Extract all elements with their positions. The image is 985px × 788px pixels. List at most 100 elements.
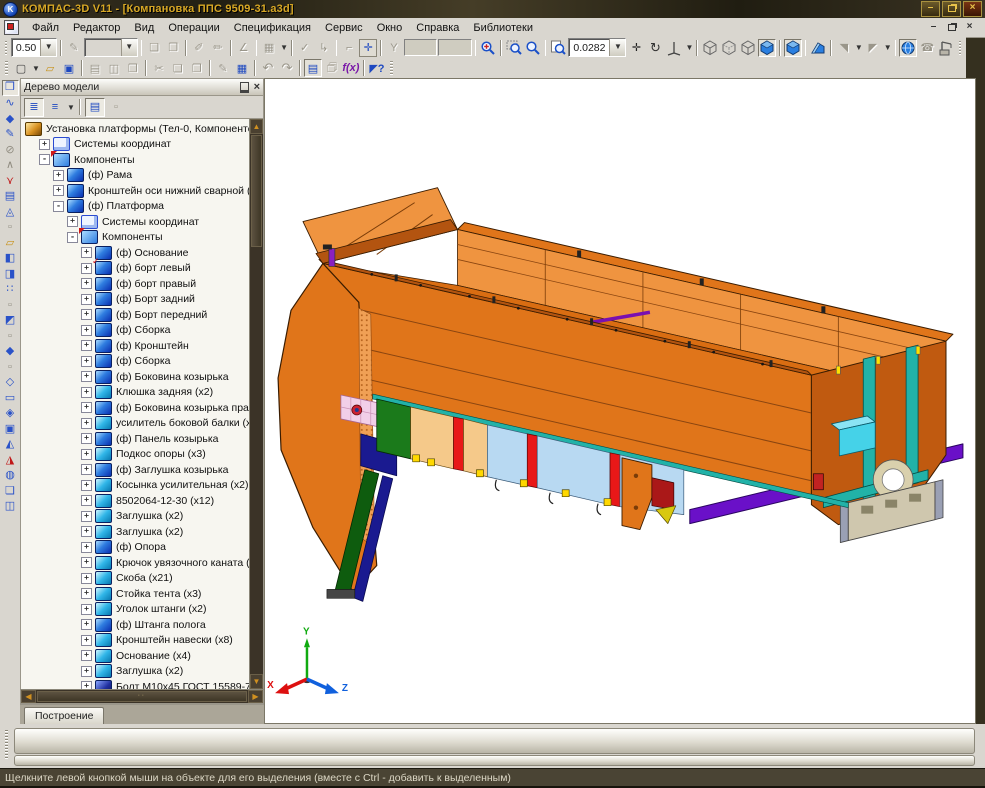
compact-panel-button[interactable]: ◧ [2, 251, 19, 267]
compact-panel-button[interactable]: ▫ [2, 220, 19, 236]
expander-icon[interactable]: + [81, 418, 92, 429]
tree-item[interactable]: -(ф) Платформа [23, 199, 249, 215]
snap-pen2-button[interactable]: ✏ [209, 39, 227, 57]
coord-x-field[interactable] [404, 39, 437, 56]
chevron-down-icon[interactable]: ▼ [32, 64, 40, 73]
tree-item-label[interactable]: усилитель боковой балки (x2) [116, 417, 249, 429]
send-button[interactable]: ❒ [124, 59, 142, 77]
compact-panel-button[interactable]: ∧ [2, 158, 19, 174]
tree-item-label[interactable]: Крючок увязочного каната (x6) [116, 557, 249, 569]
copy-button[interactable]: ❏ [169, 59, 187, 77]
tree-horizontal-scrollbar[interactable]: ◀ ∙∙ ▶ [20, 689, 264, 704]
tree-item-label[interactable]: Установка платформы (Тел-0, Компонентов-… [46, 123, 249, 135]
tree-item-label[interactable]: Компоненты [102, 231, 163, 243]
compact-panel-button[interactable]: ▫ [2, 298, 19, 314]
expander-icon[interactable]: + [81, 650, 92, 661]
tree-item-label[interactable]: (ф) Основание [116, 247, 188, 259]
chevron-down-icon[interactable]: ▼ [40, 39, 56, 56]
compact-panel-button[interactable]: ∷ [2, 282, 19, 298]
expander-icon[interactable]: + [53, 170, 64, 181]
tree-item[interactable]: +Системы координат [23, 137, 249, 153]
fx-button[interactable]: f(x) [342, 59, 360, 77]
local-frame-button[interactable]: ❏ [145, 39, 163, 57]
tree-item[interactable]: +(ф) Сборка [23, 323, 249, 339]
tab-build[interactable]: Построение [24, 707, 104, 724]
compact-panel-button[interactable]: ◨ [2, 267, 19, 283]
expander-icon[interactable]: + [81, 278, 92, 289]
current-step-combo[interactable]: 0.50 ▼ [11, 38, 57, 57]
tree-item-label[interactable]: Уголок штанги (x2) [116, 603, 206, 615]
tree-item[interactable]: +Крючок увязочного каната (x6) [23, 555, 249, 571]
globe-button[interactable] [899, 39, 917, 57]
expander-icon[interactable]: + [81, 681, 92, 689]
tree-item-label[interactable]: (ф) Кронштейн [116, 340, 189, 352]
expander-icon[interactable]: + [81, 402, 92, 413]
compact-panel-button[interactable]: ◍ [2, 468, 19, 484]
menu-libraries[interactable]: Библиотеки [466, 20, 540, 36]
chevron-down-icon[interactable]: ▼ [855, 43, 863, 52]
tree-item[interactable]: +Системы координат [23, 214, 249, 230]
tree-vertical-scrollbar[interactable]: ▲ ▼ [249, 119, 263, 689]
tree-item-label[interactable]: (ф) Борт задний [116, 293, 195, 305]
toolbar-grip[interactable] [390, 61, 393, 75]
toolbar-grip[interactable] [5, 61, 8, 75]
restore-button[interactable] [942, 1, 961, 17]
tree-item[interactable]: - Компоненты [23, 152, 249, 168]
tree-item[interactable]: -Компоненты [23, 230, 249, 246]
tree-extra-button[interactable]: ▫ [107, 99, 125, 116]
scroll-left-icon[interactable]: ◀ [21, 690, 36, 703]
scrollbar-thumb[interactable]: ∙∙ [37, 691, 247, 702]
tree-item-label[interactable]: Кронштейн навески (x8) [116, 634, 233, 646]
menu-window[interactable]: Окно [370, 20, 410, 36]
grid-button[interactable]: ▦ [260, 39, 278, 57]
tree-item[interactable]: +(ф) Заглушка козырька [23, 462, 249, 478]
zoom-in-button[interactable] [479, 39, 497, 57]
tree-item-label[interactable]: Болт М10х45 ГОСТ 15589-70 (x2) [116, 681, 249, 689]
tree-item-label[interactable]: Основание (x4) [116, 650, 191, 662]
tree-item[interactable]: + (ф) Борт задний [23, 292, 249, 308]
variables-button[interactable]: ▤ [304, 59, 322, 77]
compact-panel-button[interactable]: ◇ [2, 375, 19, 391]
tree-item[interactable]: +Кронштейн навески (x8) [23, 633, 249, 649]
compact-panel-button[interactable]: ▫ [2, 360, 19, 376]
tree-item-label[interactable]: Стойка тента (x3) [116, 588, 201, 600]
close-button[interactable]: × [963, 1, 982, 17]
tree-item-label[interactable]: (ф) Панель козырька [116, 433, 219, 445]
tree-item[interactable]: +(ф) борт левый [23, 261, 249, 277]
tree-item-label[interactable]: Заглушка (x2) [116, 510, 183, 522]
wireframe-button[interactable] [701, 39, 719, 57]
document-icon[interactable] [4, 20, 19, 35]
rotate-button[interactable]: ↻ [646, 39, 664, 57]
compact-panel-button[interactable]: ∿ [2, 96, 19, 112]
expander-icon[interactable]: + [81, 294, 92, 305]
tree-item[interactable]: + усилитель боковой балки (x2) [23, 416, 249, 432]
expander-icon[interactable]: + [39, 139, 50, 150]
tree-item-root[interactable]: Установка платформы (Тел-0, Компонентов-… [23, 121, 249, 137]
print-button[interactable]: ▤ [86, 59, 104, 77]
zoom-fit-button[interactable] [549, 39, 567, 57]
tree-item-label[interactable]: Клюшка задняя (x2) [116, 386, 213, 398]
expander-icon[interactable]: + [81, 542, 92, 553]
scroll-right-icon[interactable]: ▶ [248, 690, 263, 703]
chevron-down-icon[interactable]: ▼ [609, 39, 625, 56]
compact-panel-button[interactable]: ▭ [2, 391, 19, 407]
compact-panel-button[interactable]: ⊘ [2, 143, 19, 159]
expander-icon[interactable]: + [81, 433, 92, 444]
tree-structure-button[interactable]: ≣ [24, 98, 44, 117]
tree-item[interactable]: +Стойка тента (x3) [23, 586, 249, 602]
context-help-button[interactable]: ◤? [368, 59, 386, 77]
scrollbar-thumb[interactable] [251, 135, 262, 247]
expander-icon[interactable]: + [81, 247, 92, 258]
compact-panel-button[interactable]: ◭ [2, 437, 19, 453]
expander-icon[interactable]: + [81, 604, 92, 615]
section-view-button[interactable] [809, 39, 827, 57]
menu-help[interactable]: Справка [409, 20, 466, 36]
tree-item-label[interactable]: Кронштейн оси нижний сварной (x2) [88, 185, 249, 197]
print-preview-button[interactable]: ◫ [105, 59, 123, 77]
angle-snap-button[interactable]: ∠ [235, 39, 253, 57]
expander-icon[interactable]: - [39, 154, 50, 165]
layers-combo[interactable]: ▼ [84, 38, 138, 57]
compact-panel-button[interactable]: ⋎ [2, 174, 19, 190]
tree-item-label[interactable]: Компоненты [74, 154, 135, 166]
expander-icon[interactable]: + [81, 356, 92, 367]
